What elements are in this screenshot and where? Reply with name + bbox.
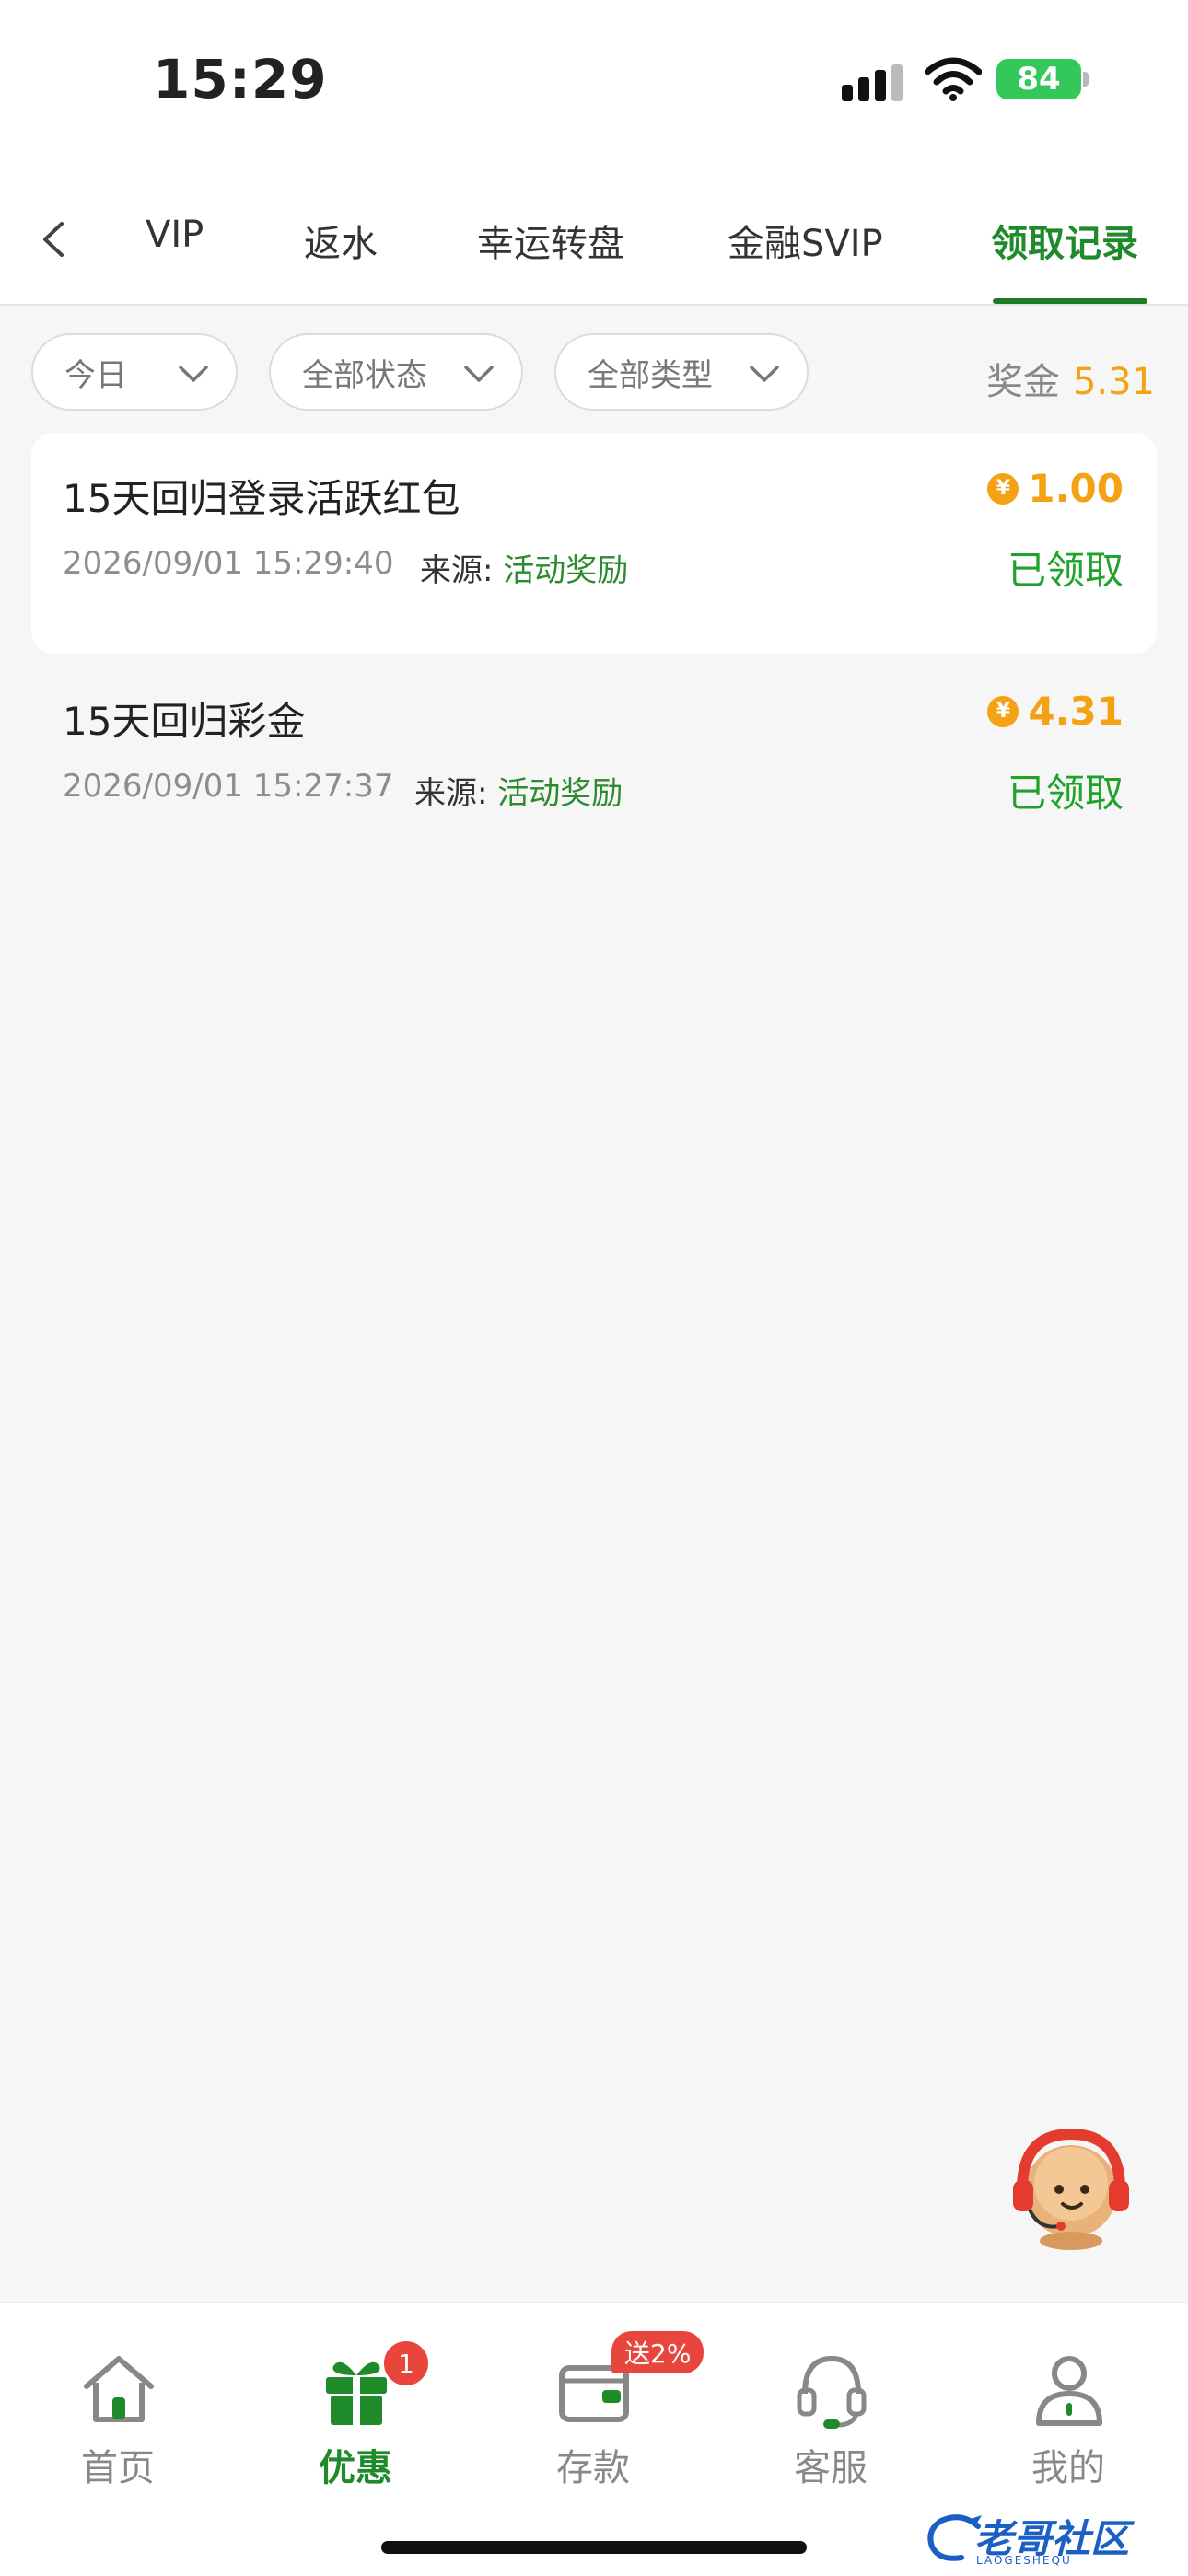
record-source-value: 活动奖励 bbox=[497, 775, 623, 812]
record-title: 15天回归彩金 bbox=[63, 699, 306, 744]
user-icon bbox=[1036, 2356, 1102, 2426]
coin-icon: ¥ bbox=[987, 695, 1019, 727]
record-amount: ¥ 1.00 bbox=[987, 466, 1124, 511]
status-bar: 15:29 84 bbox=[0, 0, 1188, 175]
tabbar-label-promotions: 优惠 bbox=[319, 2447, 392, 2489]
watermark-subtext: LAOGESHEQU bbox=[976, 2554, 1072, 2567]
promotions-badge: 1 bbox=[381, 2338, 431, 2388]
tabbar-label-profile: 我的 bbox=[1031, 2447, 1105, 2489]
record-source-label: 来源: bbox=[414, 775, 488, 812]
record-card[interactable]: 15天回归彩金 2026/09/01 15:27:37 来源: 活动奖励 ¥ 4… bbox=[31, 656, 1157, 876]
chevron-down-icon bbox=[179, 366, 208, 382]
status-time: 15:29 bbox=[153, 48, 328, 110]
chevron-down-icon bbox=[750, 366, 779, 382]
record-amount-value: 4.31 bbox=[1028, 689, 1124, 734]
record-status: 已领取 bbox=[1007, 548, 1124, 593]
chevron-left-icon bbox=[43, 222, 64, 257]
bonus-value: 5.31 bbox=[1072, 361, 1155, 403]
status-filter-value: 全部状态 bbox=[302, 356, 427, 394]
back-button[interactable] bbox=[28, 212, 79, 267]
status-filter-dropdown[interactable]: 全部状态 bbox=[269, 333, 523, 411]
date-filter-dropdown[interactable]: 今日 bbox=[31, 333, 238, 411]
tab-lucky-wheel[interactable]: 幸运转盘 bbox=[477, 214, 624, 267]
tabbar-item-profile[interactable]: 我的 bbox=[976, 2350, 1160, 2497]
record-source-value: 活动奖励 bbox=[503, 552, 629, 589]
type-filter-dropdown[interactable]: 全部类型 bbox=[554, 333, 809, 411]
record-time: 2026/09/01 15:29:40 bbox=[63, 545, 394, 582]
date-filter-value: 今日 bbox=[64, 356, 127, 394]
tabbar-label-home: 首页 bbox=[81, 2447, 155, 2489]
record-amount: ¥ 4.31 bbox=[987, 689, 1124, 734]
chevron-down-icon bbox=[464, 366, 494, 382]
filter-row: 今日 全部状态 全部类型 奖金 5.31 bbox=[0, 333, 1188, 416]
tabbar-label-deposit: 存款 bbox=[556, 2447, 630, 2489]
record-card[interactable]: 15天回归登录活跃红包 2026/09/01 15:29:40 来源: 活动奖励… bbox=[31, 433, 1157, 654]
tab-claim-records[interactable]: 领取记录 bbox=[991, 214, 1138, 267]
record-amount-value: 1.00 bbox=[1028, 466, 1124, 511]
record-source: 来源: 活动奖励 bbox=[414, 768, 623, 813]
battery-indicator: 84 bbox=[996, 59, 1081, 99]
battery-level: 84 bbox=[1017, 61, 1061, 98]
record-title: 15天回归登录活跃红包 bbox=[63, 476, 460, 521]
bonus-total: 奖金 5.31 bbox=[986, 352, 1155, 405]
deposit-promo-badge: 送2% bbox=[611, 2331, 705, 2373]
tabbar-item-support[interactable]: 客服 bbox=[739, 2350, 923, 2497]
headset-icon bbox=[797, 2355, 867, 2429]
tabbar-item-home[interactable]: 首页 bbox=[26, 2350, 210, 2497]
top-tab-bar: VIP 返水 幸运转盘 金融SVIP 领取记录 bbox=[0, 175, 1188, 306]
tab-finance-svip[interactable]: 金融SVIP bbox=[728, 214, 883, 267]
coin-icon: ¥ bbox=[987, 472, 1019, 505]
home-indicator bbox=[381, 2541, 807, 2554]
type-filter-value: 全部类型 bbox=[588, 356, 713, 394]
home-icon bbox=[84, 2356, 154, 2422]
watermark-logo: 老哥社区 LAOGESHEQU bbox=[925, 2508, 1182, 2569]
record-status: 已领取 bbox=[1007, 771, 1124, 816]
tab-rebate[interactable]: 返水 bbox=[304, 214, 378, 267]
tabbar-item-deposit[interactable]: 送2% 存款 bbox=[501, 2331, 705, 2497]
tabbar-label-support: 客服 bbox=[794, 2447, 868, 2489]
active-tab-indicator bbox=[993, 298, 1147, 304]
tabbar-item-promotions[interactable]: 1 优惠 bbox=[263, 2338, 448, 2497]
record-source-label: 来源: bbox=[420, 552, 494, 589]
customer-service-mascot-button[interactable] bbox=[1002, 2118, 1140, 2256]
wifi-icon bbox=[925, 57, 982, 101]
battery-cap bbox=[1083, 72, 1089, 87]
record-time: 2026/09/01 15:27:37 bbox=[63, 768, 394, 805]
tab-vip[interactable]: VIP bbox=[146, 214, 204, 256]
cellular-signal-icon bbox=[842, 64, 903, 101]
record-source: 来源: 活动奖励 bbox=[420, 545, 628, 590]
bonus-label: 奖金 bbox=[985, 361, 1060, 403]
